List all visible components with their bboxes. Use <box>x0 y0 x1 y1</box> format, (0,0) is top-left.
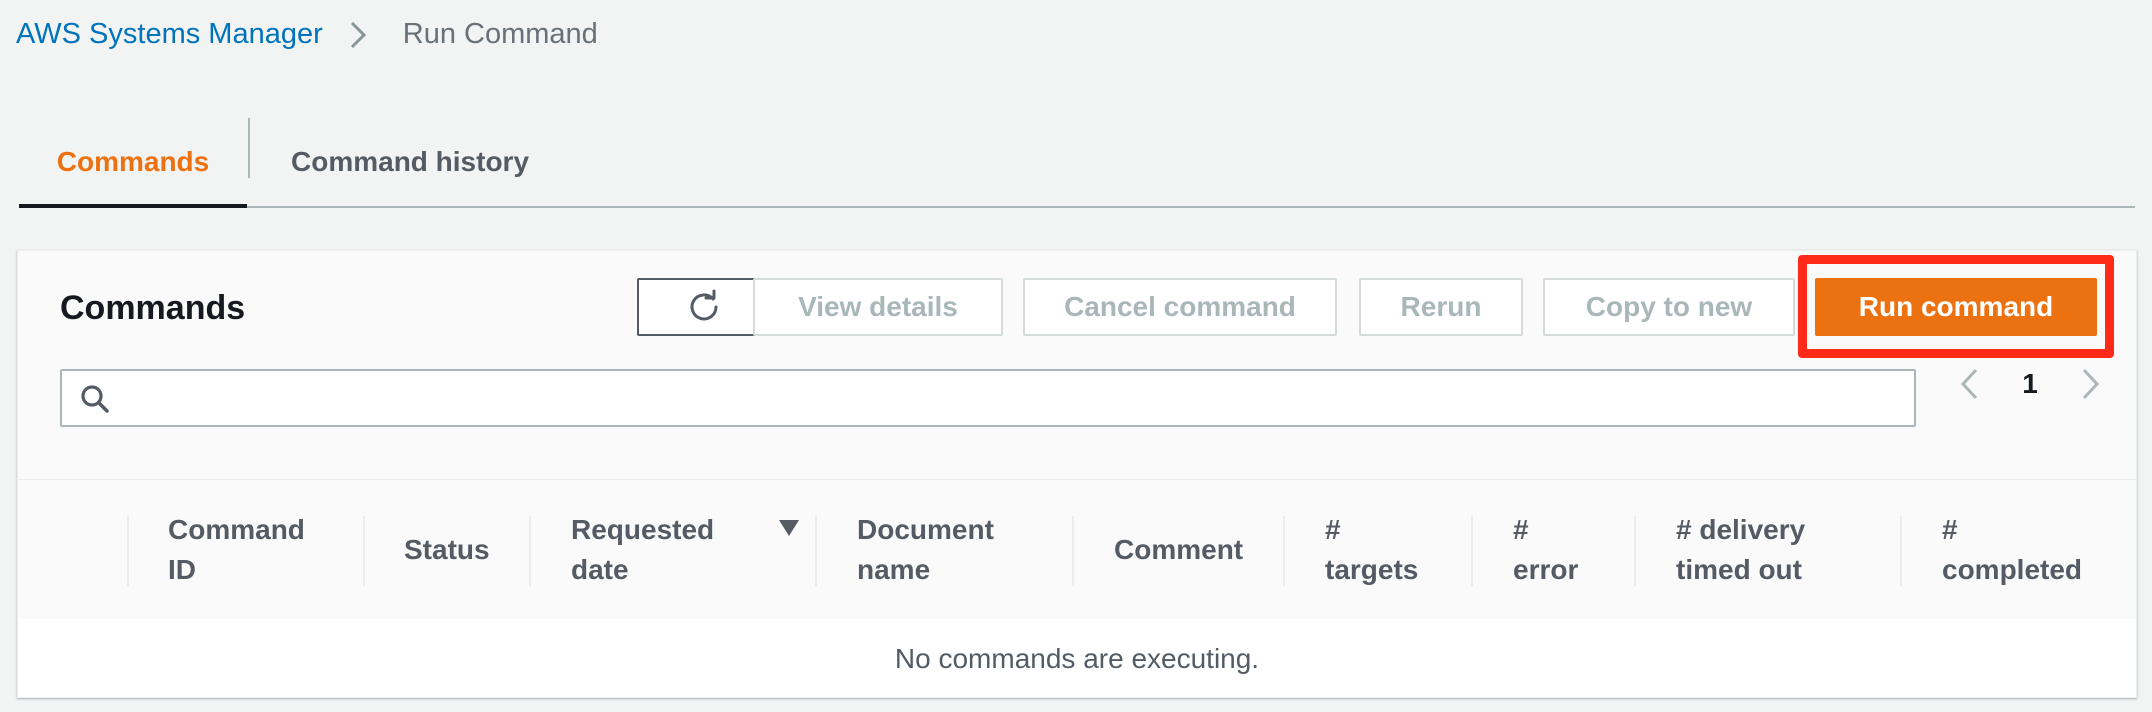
empty-table-message: No commands are executing. <box>894 643 1260 674</box>
column-separator <box>815 516 817 586</box>
tab-commands[interactable]: Commands <box>19 118 247 208</box>
column-separator <box>1900 516 1902 586</box>
chevron-right-icon <box>349 20 367 50</box>
chevron-right-icon[interactable] <box>2068 362 2112 406</box>
column-header-delivery-timed-out[interactable]: # delivery timed out <box>1676 480 1805 620</box>
column-header-command-id[interactable]: Command ID <box>168 480 305 620</box>
copy-to-new-button[interactable]: Copy to new <box>1543 278 1795 336</box>
column-header-error[interactable]: # error <box>1513 480 1578 620</box>
refresh-icon <box>690 289 717 321</box>
column-header-completed[interactable]: # completed <box>1942 480 2082 620</box>
column-separator <box>1283 516 1285 586</box>
panel-title: Commands <box>60 289 246 327</box>
column-header-targets[interactable]: # targets <box>1325 480 1418 620</box>
rerun-button[interactable]: Rerun <box>1359 278 1523 336</box>
chevron-left-icon[interactable] <box>1948 362 1992 406</box>
column-separator <box>529 516 531 586</box>
commands-panel: Commands View details Cancel command Rer… <box>17 250 2137 698</box>
tab-bar: Commands Command history <box>19 118 2135 208</box>
column-header-requested-date[interactable]: Requested date <box>571 480 714 620</box>
page-number[interactable]: 1 <box>1992 368 2068 400</box>
breadcrumb-link-systems-manager[interactable]: AWS Systems Manager <box>16 18 323 51</box>
search-field[interactable] <box>60 369 1916 427</box>
cancel-command-button[interactable]: Cancel command <box>1023 278 1337 336</box>
column-separator <box>363 516 365 586</box>
breadcrumb: AWS Systems Manager Run Command <box>16 18 598 51</box>
column-separator <box>127 516 129 586</box>
tab-divider <box>248 118 250 178</box>
search-input[interactable] <box>124 371 1908 427</box>
search-icon <box>81 385 109 413</box>
table-header: Command ID Status Requested date Document n… <box>18 479 2136 622</box>
run-command-button[interactable]: Run command <box>1815 278 2097 336</box>
column-separator <box>1634 516 1636 586</box>
view-details-button[interactable]: View details <box>753 278 1003 336</box>
tab-command-history[interactable]: Command history <box>291 118 529 206</box>
column-header-status[interactable]: Status <box>404 480 490 620</box>
table-body: No commands are executing. <box>18 619 2136 697</box>
column-header-comment[interactable]: Comment <box>1114 480 1243 620</box>
breadcrumb-current: Run Command <box>402 18 598 50</box>
column-header-document-name[interactable]: Document name <box>857 480 994 620</box>
pagination: 1 <box>1948 359 2112 409</box>
column-separator <box>1471 516 1473 586</box>
sort-descending-icon[interactable] <box>778 518 800 538</box>
refresh-button[interactable] <box>637 278 770 336</box>
column-separator <box>1072 516 1074 586</box>
commands-table: Command ID Status Requested date Document n… <box>18 479 2136 697</box>
